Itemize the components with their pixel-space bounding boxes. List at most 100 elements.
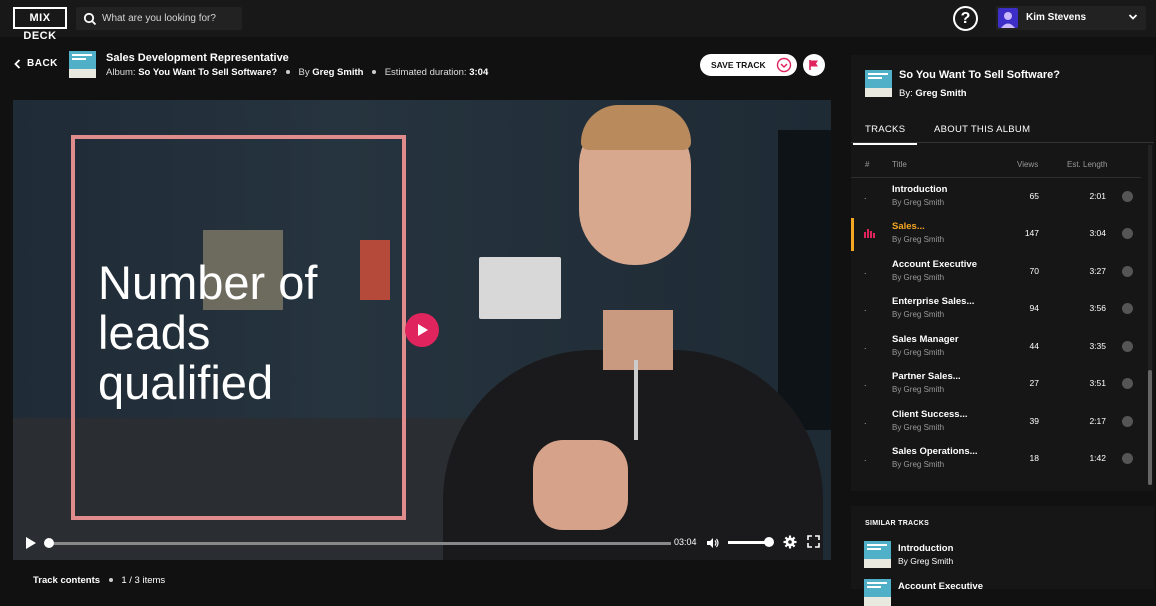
track-length: 2:17	[1089, 416, 1106, 426]
chevron-down-icon	[1128, 14, 1138, 20]
check-icon	[1122, 416, 1133, 427]
by-prefix: By:	[899, 88, 913, 99]
track-author: By Greg Smith	[892, 385, 945, 394]
check-icon	[1122, 453, 1133, 464]
check-icon	[1122, 266, 1133, 277]
album-link[interactable]: So You Want To Sell Software?	[138, 67, 277, 78]
tab-tracks[interactable]: TRACKS	[852, 124, 918, 145]
track-title: Account Executive	[892, 259, 977, 270]
check-icon	[1122, 303, 1133, 314]
big-play-button[interactable]	[405, 313, 439, 347]
similar-tracks-heading: SIMILAR TRACKS	[865, 520, 930, 527]
by-prefix: By	[298, 67, 310, 78]
track-number: .	[864, 303, 867, 313]
track-row[interactable]: . Introduction By Greg Smith 65 2:01	[851, 179, 1141, 216]
tracks-table-header: # Title Views Est. Length	[851, 158, 1141, 178]
track-row[interactable]: . Sales Manager By Greg Smith 44 3:35	[851, 329, 1141, 366]
tab-about-album[interactable]: ABOUT THIS ALBUM	[934, 124, 1030, 135]
separator-dot	[285, 70, 290, 75]
back-label: BACK	[27, 58, 58, 69]
volume-icon[interactable]	[706, 536, 720, 550]
track-number: .	[864, 266, 867, 276]
col-title: Title	[892, 160, 907, 169]
duration-value: 3:04	[469, 67, 489, 78]
track-row[interactable]: . Enterprise Sales... By Greg Smith 94 3…	[851, 291, 1141, 328]
track-views: 39	[1029, 416, 1039, 426]
search-input[interactable]	[102, 10, 238, 27]
track-length: 2:01	[1089, 191, 1106, 201]
save-icon	[776, 57, 792, 73]
track-length: 3:51	[1089, 378, 1106, 388]
track-views: 65	[1029, 191, 1039, 201]
track-title: Client Success...	[892, 409, 968, 420]
track-views: 18	[1029, 453, 1039, 463]
album-thumbnail	[865, 70, 892, 97]
track-title: Introduction	[892, 184, 948, 195]
help-icon[interactable]: ?	[953, 6, 978, 31]
track-row[interactable]: . Partner Sales... By Greg Smith 27 3:51	[851, 366, 1141, 403]
track-length: 3:35	[1089, 341, 1106, 351]
flag-button[interactable]	[803, 54, 825, 76]
video-player[interactable]: Number of leads qualified 03:04	[13, 100, 831, 560]
user-name: Kim Stevens	[1026, 12, 1087, 23]
track-author: By Greg Smith	[892, 235, 945, 244]
track-views: 44	[1029, 341, 1039, 351]
author-link[interactable]: Greg Smith	[915, 88, 966, 99]
check-icon	[1122, 228, 1133, 239]
avatar	[998, 8, 1018, 28]
check-icon	[1122, 191, 1133, 202]
track-views: 147	[1024, 228, 1039, 238]
save-track-button[interactable]: SAVE TRACK	[700, 54, 797, 76]
search-icon	[83, 12, 97, 26]
back-button[interactable]: BACK	[14, 58, 58, 69]
separator-dot	[108, 578, 113, 583]
author-link[interactable]: Greg Smith	[312, 67, 363, 78]
track-row-active[interactable]: Sales... By Greg Smith 147 3:04	[851, 216, 1141, 253]
progress-bar[interactable]	[46, 542, 671, 545]
track-author: By Greg Smith	[892, 198, 945, 207]
tracks-scroll-thumb[interactable]	[1148, 370, 1152, 485]
play-icon[interactable]	[25, 536, 37, 550]
track-views: 70	[1029, 266, 1039, 276]
similar-track-thumbnail[interactable]	[864, 579, 891, 606]
duration-prefix: Estimated duration:	[384, 67, 467, 78]
check-icon	[1122, 341, 1133, 352]
separator-dot	[372, 70, 377, 75]
volume-knob[interactable]	[764, 537, 774, 547]
track-title: Sales Operations...	[892, 446, 978, 457]
search-box[interactable]	[76, 7, 242, 30]
chevron-left-icon	[14, 58, 21, 69]
equalizer-icon	[864, 229, 875, 238]
track-length: 3:27	[1089, 266, 1106, 276]
track-length: 1:42	[1089, 453, 1106, 463]
track-views: 27	[1029, 378, 1039, 388]
similar-track-thumbnail[interactable]	[864, 541, 891, 568]
similar-track-title[interactable]: Account Executive	[898, 581, 983, 592]
video-controls: 03:04	[13, 530, 831, 560]
track-row[interactable]: . Sales Operations... By Greg Smith 18 1…	[851, 441, 1141, 478]
album-tabs: TRACKS ABOUT THIS ALBUM	[851, 118, 1154, 145]
overlay-text: Number of leads qualified	[98, 258, 317, 408]
track-row[interactable]: . Client Success... By Greg Smith 39 2:1…	[851, 404, 1141, 441]
track-row[interactable]: . Account Executive By Greg Smith 70 3:2…	[851, 254, 1141, 291]
album-author: By: Greg Smith	[899, 88, 967, 99]
overlay-line: leads	[98, 306, 211, 359]
track-contents[interactable]: Track contents 1 / 3 items	[33, 575, 165, 586]
save-track-label: SAVE TRACK	[711, 60, 766, 70]
album-thumbnail	[69, 51, 96, 78]
track-number: .	[864, 453, 867, 463]
similar-tracks-panel	[851, 506, 1154, 589]
time-display: 03:04	[674, 537, 697, 547]
mix-deck-logo[interactable]: MIX DECK	[13, 7, 67, 42]
track-title: Sales...	[892, 221, 925, 232]
user-menu[interactable]: Kim Stevens	[996, 6, 1146, 30]
gear-icon[interactable]	[783, 535, 797, 549]
track-contents-label: Track contents	[33, 575, 101, 586]
track-meta: Album: So You Want To Sell Software? By …	[106, 67, 488, 78]
fullscreen-icon[interactable]	[807, 535, 820, 548]
track-number: .	[864, 378, 867, 388]
play-icon	[418, 324, 428, 336]
progress-knob[interactable]	[44, 538, 54, 548]
top-bar: MIX DECK ? Kim Stevens	[0, 0, 1156, 42]
similar-track-title[interactable]: Introduction	[898, 543, 953, 554]
